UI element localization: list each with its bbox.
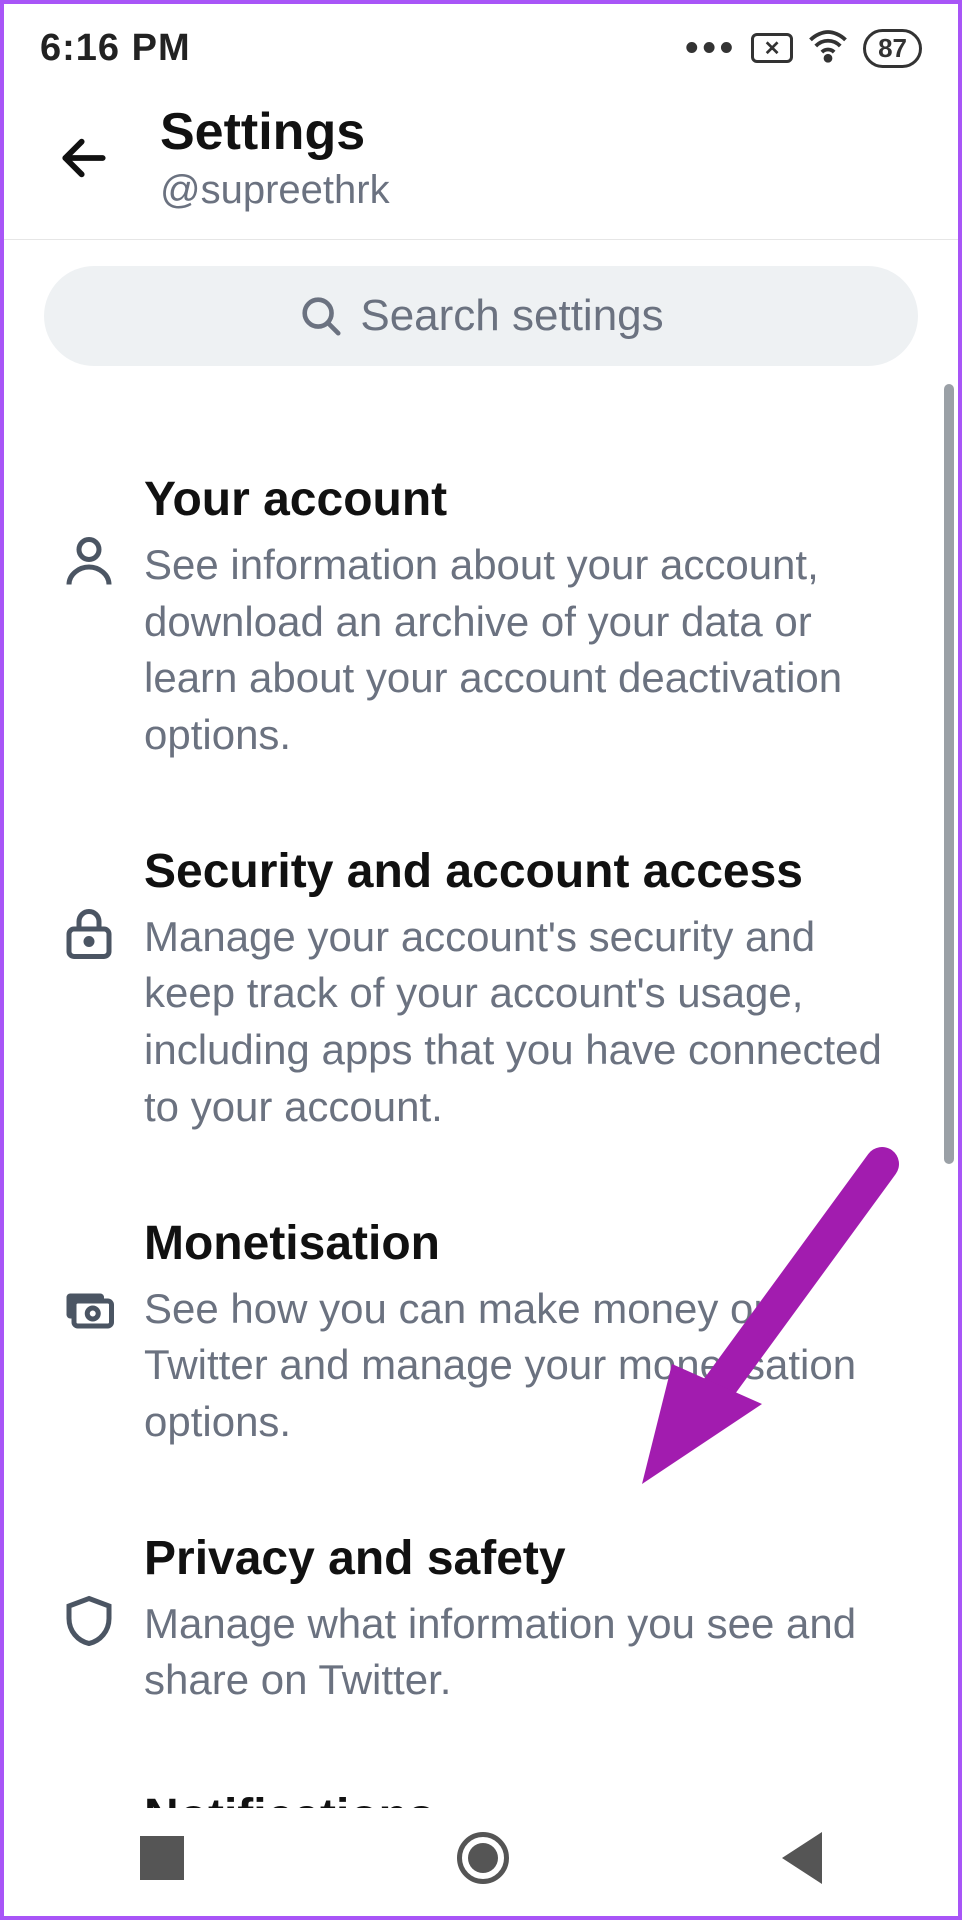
item-title: Your account — [144, 472, 908, 527]
search-wrap: Search settings — [4, 240, 958, 382]
item-desc: See how you can make money on Twitter an… — [144, 1281, 908, 1451]
settings-item-your-account[interactable]: Your account See information about your … — [34, 432, 928, 804]
money-icon — [34, 1216, 144, 1336]
search-icon — [298, 293, 344, 339]
item-desc: Manage your account's security and keep … — [144, 909, 908, 1136]
scrollbar[interactable] — [944, 384, 954, 1164]
lock-icon — [34, 844, 144, 964]
shield-icon — [34, 1531, 144, 1651]
back-button[interactable] — [44, 130, 124, 186]
search-input[interactable]: Search settings — [44, 266, 918, 366]
person-icon — [34, 472, 144, 592]
app-header: Settings @supreethrk — [4, 84, 958, 240]
status-indicators: ••• ✕ 87 — [685, 25, 922, 72]
nav-recent-button[interactable] — [140, 1836, 184, 1880]
item-desc: See information about your account, down… — [144, 537, 908, 764]
item-title: Security and account access — [144, 844, 908, 899]
search-placeholder: Search settings — [360, 291, 663, 341]
settings-list: Your account See information about your … — [4, 382, 958, 1920]
system-navbar — [4, 1808, 958, 1908]
no-sim-icon: ✕ — [751, 33, 793, 63]
nav-back-button[interactable] — [782, 1832, 822, 1884]
item-title: Privacy and safety — [144, 1531, 908, 1586]
more-dots-icon: ••• — [685, 27, 737, 70]
battery-indicator: 87 — [863, 29, 922, 68]
settings-item-monetisation[interactable]: Monetisation See how you can make money … — [34, 1176, 928, 1491]
app-frame: 6:16 PM ••• ✕ 87 Settings @supreethrk Se… — [0, 0, 962, 1920]
header-titles: Settings @supreethrk — [160, 102, 390, 213]
item-title: Monetisation — [144, 1216, 908, 1271]
arrow-left-icon — [56, 130, 112, 186]
settings-item-privacy[interactable]: Privacy and safety Manage what informati… — [34, 1491, 928, 1749]
status-time: 6:16 PM — [40, 27, 191, 70]
wifi-icon — [807, 25, 849, 72]
status-bar: 6:16 PM ••• ✕ 87 — [4, 4, 958, 84]
page-subtitle: @supreethrk — [160, 168, 390, 213]
nav-home-button[interactable] — [457, 1832, 509, 1884]
settings-item-security[interactable]: Security and account access Manage your … — [34, 804, 928, 1176]
page-title: Settings — [160, 102, 390, 162]
item-desc: Manage what information you see and shar… — [144, 1596, 908, 1709]
